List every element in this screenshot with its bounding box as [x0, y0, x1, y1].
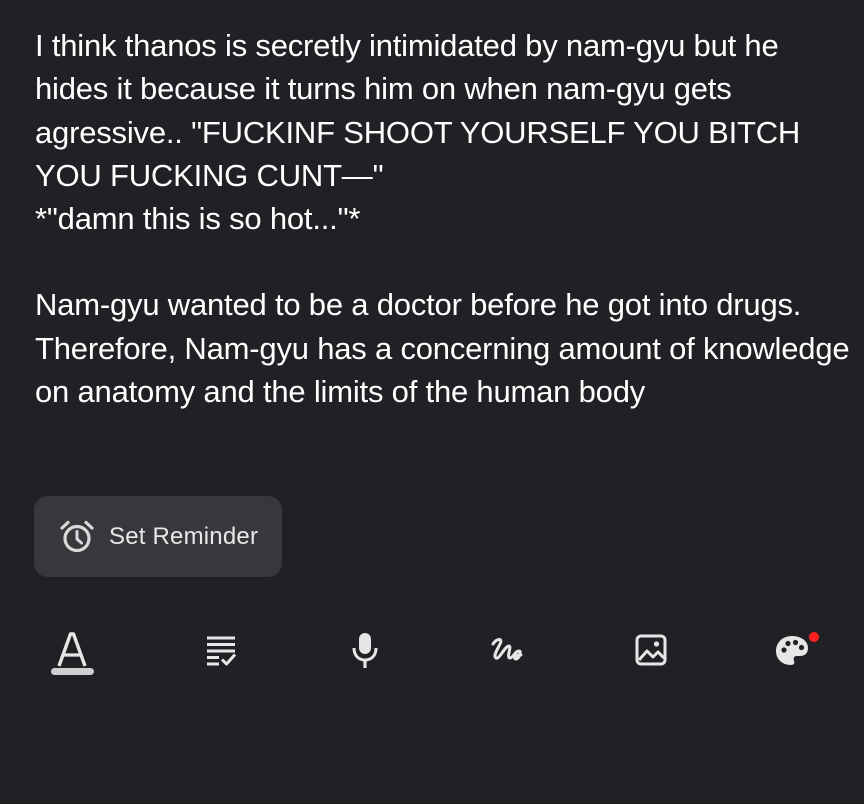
note-paragraph[interactable]: Nam-gyu wanted to be a doctor before he … — [35, 283, 850, 413]
checklist-button[interactable] — [191, 618, 251, 682]
selected-tool-indicator — [51, 668, 94, 675]
set-reminder-button[interactable]: Set Reminder — [34, 496, 282, 577]
microphone-icon — [349, 630, 381, 670]
note-body[interactable]: I think thanos is secretly intimidated b… — [35, 24, 850, 413]
palette-icon — [772, 628, 820, 672]
handwriting-button[interactable] — [477, 618, 537, 682]
checklist-icon — [204, 632, 238, 668]
text-format-icon — [52, 628, 92, 672]
image-icon — [634, 633, 668, 667]
image-button[interactable] — [621, 618, 681, 682]
notification-dot — [809, 632, 819, 642]
theme-button[interactable] — [766, 618, 826, 682]
voice-recording-button[interactable] — [335, 618, 395, 682]
note-paragraph[interactable]: I think thanos is secretly intimidated b… — [35, 24, 850, 240]
handwriting-icon — [489, 632, 525, 668]
set-reminder-label: Set Reminder — [109, 522, 259, 550]
bottom-toolbar — [0, 618, 864, 688]
alarm-clock-icon — [58, 518, 96, 556]
